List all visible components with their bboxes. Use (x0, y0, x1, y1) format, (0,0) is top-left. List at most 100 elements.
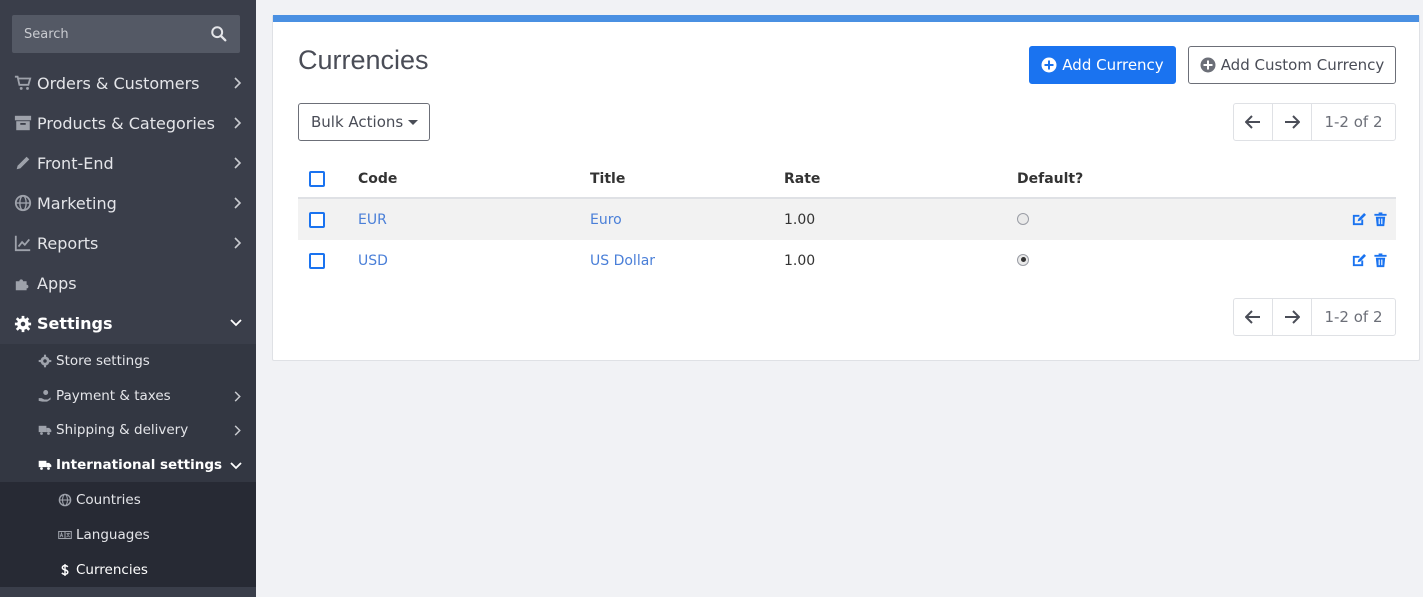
plus-circle-icon (1200, 57, 1216, 73)
table-header: Code Title Rate Default? (298, 160, 1396, 199)
nav-item-orders-customers[interactable]: Orders & Customers (0, 63, 256, 103)
dollar-icon (61, 563, 69, 576)
header-title: Title (590, 170, 626, 187)
chevron-down-icon (230, 319, 242, 327)
pagination-top: 1-2 of 2 (1233, 103, 1396, 141)
add-currency-label: Add Currency (1062, 56, 1164, 74)
row-checkbox[interactable] (309, 252, 325, 269)
prev-page-button[interactable] (1234, 104, 1273, 140)
table-row: USD US Dollar 1.00 (298, 240, 1396, 281)
row-checkbox[interactable] (309, 211, 325, 228)
nav-item-label: Apps (37, 273, 77, 293)
panel-accent-bar (273, 15, 1419, 22)
pagination-bottom: 1-2 of 2 (1233, 298, 1396, 336)
sidebar-item-label: Store settings (56, 353, 150, 370)
language-icon (58, 530, 72, 539)
next-page-button[interactable] (1273, 104, 1312, 140)
header-code: Code (358, 170, 398, 187)
currency-rate: 1.00 (784, 252, 816, 269)
pagination-info: 1-2 of 2 (1324, 308, 1383, 326)
chevron-right-icon (234, 117, 242, 129)
arrow-right-icon (1285, 115, 1300, 129)
nav-item-label: Settings (37, 314, 113, 333)
add-custom-currency-label: Add Custom Currency (1220, 56, 1385, 74)
default-radio[interactable] (1017, 212, 1029, 225)
sidebar-item-store-settings[interactable]: Store settings (0, 344, 256, 379)
search-input[interactable] (12, 15, 202, 53)
truck-icon (38, 460, 52, 470)
currency-code-link[interactable]: USD (358, 240, 388, 281)
sidebar: Orders & Customers Products & Categories… (0, 0, 256, 597)
currencies-table: Code Title Rate Default? EUR Euro 1.00 U… (298, 160, 1396, 281)
chevron-right-icon (234, 77, 242, 89)
pencil-icon (16, 156, 30, 170)
chevron-right-icon (234, 157, 242, 169)
cart-icon (14, 75, 32, 90)
nav-item-settings[interactable]: Settings (0, 303, 256, 344)
chevron-down-icon (230, 461, 242, 469)
arrow-right-icon (1285, 310, 1300, 324)
gear-icon (38, 354, 52, 368)
archive-icon (14, 115, 32, 131)
sidebar-item-international-settings[interactable]: International settings (0, 448, 256, 483)
search-box (12, 15, 240, 53)
hand-coin-icon (38, 389, 51, 402)
chart-line-icon (14, 235, 31, 252)
nav-item-front-end[interactable]: Front-End (0, 143, 256, 183)
nav-item-marketing[interactable]: Marketing (0, 183, 256, 223)
edit-icon[interactable] (1351, 212, 1366, 227)
pagination-info: 1-2 of 2 (1324, 113, 1383, 131)
sidebar-item-languages[interactable]: Languages (0, 517, 256, 552)
gear-icon (14, 315, 32, 332)
sidebar-item-label: International settings (56, 456, 223, 473)
sidebar-item-label: Countries (76, 491, 141, 508)
header-rate: Rate (784, 170, 821, 187)
nav-item-label: Marketing (37, 193, 117, 213)
chevron-right-icon (234, 197, 242, 209)
search-icon[interactable] (210, 25, 228, 43)
chevron-right-icon (234, 425, 241, 436)
default-radio[interactable] (1017, 253, 1029, 266)
arrow-left-icon (1245, 115, 1260, 129)
sidebar-item-shipping-delivery[interactable]: Shipping & delivery (0, 413, 256, 448)
international-subnav: Countries Languages Currencies (0, 482, 256, 587)
nav-item-label: Orders & Customers (37, 73, 200, 93)
truck-icon (38, 426, 52, 436)
bulk-actions-dropdown[interactable]: Bulk Actions (298, 103, 430, 141)
table-row: EUR Euro 1.00 (298, 199, 1396, 240)
sidebar-item-countries[interactable]: Countries (0, 482, 256, 517)
prev-page-button[interactable] (1234, 299, 1273, 335)
edit-icon[interactable] (1351, 253, 1366, 268)
chevron-right-icon (234, 390, 241, 402)
currencies-panel: Currencies Add Currency Add Custom Curre… (272, 15, 1420, 361)
arrow-left-icon (1245, 310, 1260, 324)
puzzle-icon (15, 279, 29, 291)
currency-title-link[interactable]: US Dollar (590, 240, 655, 281)
globe-icon (58, 493, 72, 506)
main-nav: Orders & Customers Products & Categories… (0, 63, 256, 587)
currency-title-link[interactable]: Euro (590, 199, 622, 240)
currency-code-link[interactable]: EUR (358, 199, 387, 240)
nav-item-apps[interactable]: Apps (0, 263, 256, 303)
page-title: Currencies (298, 45, 429, 75)
nav-item-label: Products & Categories (37, 113, 215, 133)
nav-item-reports[interactable]: Reports (0, 223, 256, 263)
caret-down-icon (408, 120, 419, 125)
plus-circle-icon (1041, 57, 1057, 73)
currency-rate: 1.00 (784, 211, 816, 228)
trash-icon[interactable] (1373, 212, 1388, 227)
add-currency-button[interactable]: Add Currency (1029, 46, 1176, 84)
bulk-actions-label: Bulk Actions (311, 113, 404, 131)
chevron-right-icon (234, 237, 242, 249)
select-all-checkbox[interactable] (309, 170, 325, 187)
sidebar-item-label: Shipping & delivery (56, 422, 189, 439)
nav-item-label: Front-End (37, 153, 114, 173)
header-default: Default? (1017, 170, 1084, 187)
add-custom-currency-button[interactable]: Add Custom Currency (1188, 46, 1396, 84)
sidebar-item-label: Languages (76, 526, 150, 543)
trash-icon[interactable] (1373, 253, 1388, 268)
sidebar-item-payment-taxes[interactable]: Payment & taxes (0, 379, 256, 414)
sidebar-item-currencies[interactable]: Currencies (0, 552, 256, 587)
next-page-button[interactable] (1273, 299, 1312, 335)
nav-item-products-categories[interactable]: Products & Categories (0, 103, 256, 143)
